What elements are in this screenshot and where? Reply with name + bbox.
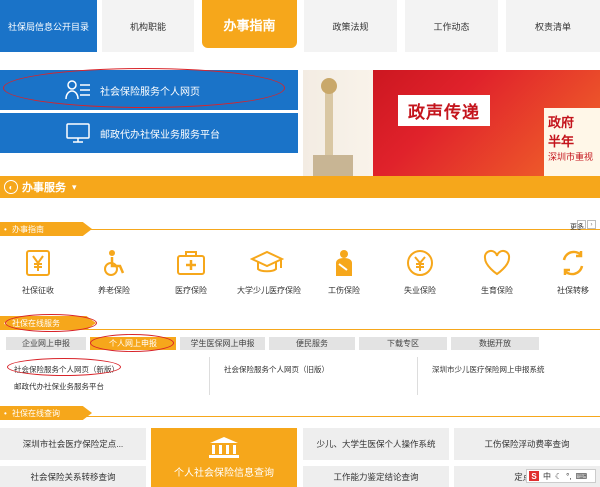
nav-info-directory[interactable]: 社保局信息公开目录: [0, 0, 97, 52]
keyboard-icon: ⌨: [575, 471, 588, 481]
service-transfer[interactable]: 社保转移: [543, 248, 600, 296]
chevron-down-icon[interactable]: ▾: [72, 182, 77, 193]
banner-title: 政声传递: [398, 95, 490, 126]
service-label: 养老保险: [98, 286, 130, 295]
heart-icon: [483, 249, 511, 276]
personal-web-label: 社会保险服务个人网页: [100, 86, 200, 98]
query-divider: [0, 416, 600, 417]
graduation-cap-icon: [250, 250, 284, 273]
nav-policy[interactable]: 政策法规: [304, 0, 397, 52]
service-section-header: ◐ 办事服务 ▾: [0, 176, 600, 198]
online-service-tab[interactable]: 社保在线服务: [0, 316, 96, 330]
punct-icon: °,: [566, 471, 572, 481]
service-medical[interactable]: 医疗保险: [161, 248, 221, 296]
yen-icon: [26, 250, 50, 276]
tile-personal-insurance-query[interactable]: 个人社会保险信息查询: [151, 428, 297, 487]
transfer-icon: [562, 250, 584, 276]
subtab-enterprise[interactable]: 企业网上申报: [6, 337, 86, 350]
link-child-medical[interactable]: 深圳市少儿医疗保险网上申报系统: [432, 364, 545, 375]
column-divider: [209, 357, 210, 395]
sogou-icon: S: [529, 471, 539, 481]
moon-icon: ☾: [555, 471, 563, 481]
nav-guide[interactable]: 办事指南: [202, 0, 297, 48]
service-label: 社保转移: [557, 286, 589, 295]
computer-icon: [64, 121, 92, 145]
link-personal-old[interactable]: 社会保险服务个人网页（旧版）: [224, 364, 329, 375]
subtab-open-data[interactable]: 数据开放: [451, 337, 539, 350]
banner-side-panel: 政府 半年 深圳市重视: [544, 108, 600, 176]
tile-medical-point[interactable]: 深圳市社会医疗保险定点...: [0, 428, 146, 460]
ime-lang: 中: [543, 471, 551, 481]
government-building-icon: [209, 437, 239, 458]
guide-tab[interactable]: 办事指南: [0, 222, 92, 236]
service-label: 医疗保险: [175, 286, 207, 295]
nav-power-list[interactable]: 权责清单: [506, 0, 600, 52]
big-tile-label: 个人社会保险信息查询: [174, 468, 274, 479]
nav-news[interactable]: 工作动态: [405, 0, 498, 52]
currency-icon: [407, 250, 433, 276]
injured-person-icon: [336, 250, 352, 276]
service-label: 大学少儿医疗保险: [237, 286, 301, 295]
wheelchair-icon: [104, 250, 125, 276]
service-pension[interactable]: 养老保险: [84, 248, 144, 296]
top-navigation: 社保局信息公开目录 机构职能 办事指南 政策法规 工作动态 权责清单: [0, 0, 600, 52]
subtab-download[interactable]: 下载专区: [359, 337, 447, 350]
next-icon[interactable]: ›: [587, 220, 596, 229]
news-banner[interactable]: 政声传递 政府 半年 深圳市重视: [303, 70, 600, 177]
medical-kit-icon: [177, 251, 205, 275]
service-student-medical[interactable]: 大学少儿医疗保险: [237, 248, 301, 296]
personal-web-button[interactable]: 社会保险服务个人网页: [0, 70, 298, 110]
subtab-convenience[interactable]: 便民服务: [269, 337, 355, 350]
subtab-personal[interactable]: 个人网上申报: [90, 337, 176, 350]
online-query-tab[interactable]: 社保在线查询: [0, 406, 92, 420]
postal-platform-label: 邮政代办社保业务服务平台: [100, 129, 220, 141]
postal-platform-button[interactable]: 邮政代办社保业务服务平台: [0, 113, 298, 153]
tile-injury-rate[interactable]: 工伤保险浮动费率查询: [454, 428, 600, 460]
service-label: 失业保险: [404, 286, 436, 295]
service-section-title: 办事服务: [22, 182, 66, 194]
service-maternity[interactable]: 生育保险: [467, 248, 527, 296]
service-icon: ◐: [4, 180, 18, 194]
tile-transfer-query[interactable]: 社会保险关系转移查询: [0, 466, 146, 487]
banner-side-small: 深圳市重视: [548, 152, 594, 162]
service-social-collection[interactable]: 社保征收: [8, 248, 68, 296]
banner-side-big: 政府: [548, 116, 575, 131]
service-unemployment[interactable]: 失业保险: [390, 248, 450, 296]
online-divider: [0, 329, 600, 330]
banner-side-big2: 半年: [548, 135, 575, 150]
service-label: 生育保险: [481, 286, 513, 295]
link-postal[interactable]: 邮政代办社保业务服务平台: [14, 381, 104, 392]
guide-pager: ‹ ›: [577, 220, 596, 229]
column-divider: [417, 357, 418, 395]
tile-student-system[interactable]: 少儿、大学生医保个人操作系统: [303, 428, 449, 460]
service-work-injury[interactable]: 工伤保险: [314, 248, 374, 296]
nav-functions[interactable]: 机构职能: [102, 0, 194, 52]
banner-monument-image: [303, 70, 373, 177]
subtab-student-medical[interactable]: 学生医保网上申报: [180, 337, 265, 350]
service-label: 工伤保险: [328, 286, 360, 295]
tile-capacity-query[interactable]: 工作能力鉴定结论查询: [303, 466, 449, 487]
link-personal-new[interactable]: 社会保险服务个人网页（新版）: [14, 364, 119, 375]
ime-toolbar[interactable]: S 中 ☾ °, ⌨: [526, 469, 596, 483]
user-list-icon: [64, 78, 92, 102]
service-label: 社保征收: [22, 286, 54, 295]
prev-icon[interactable]: ‹: [577, 220, 586, 229]
